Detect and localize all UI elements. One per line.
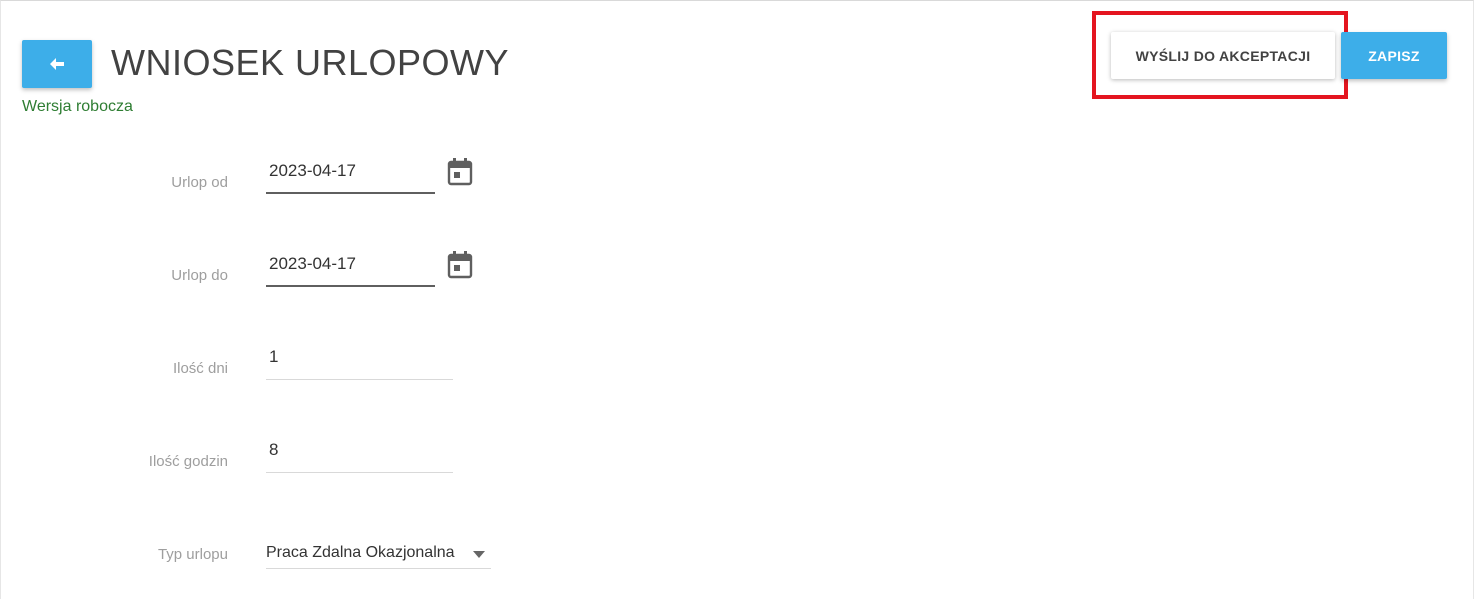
- calendar-icon[interactable]: [447, 158, 473, 186]
- hours-label: Ilość godzin: [148, 453, 228, 470]
- page-title: WNIOSEK URLOPOWY: [111, 42, 510, 83]
- back-button[interactable]: [22, 40, 92, 88]
- leave-from-label: Urlop od: [171, 174, 228, 191]
- leave-request-form: WNIOSEK URLOPOWY Wersja robocza WYŚLIJ D…: [0, 0, 1474, 599]
- leave-type-value: Praca Zdalna Okazjonalna: [266, 544, 455, 561]
- days-label: Ilość dni: [172, 360, 228, 377]
- save-button[interactable]: ZAPISZ: [1341, 32, 1447, 79]
- arrow-left-icon: [50, 58, 64, 70]
- days-input[interactable]: 1: [266, 344, 453, 380]
- send-for-approval-button[interactable]: WYŚLIJ DO AKCEPTACJI: [1111, 32, 1335, 79]
- leave-type-label: Typ urlopu: [157, 546, 228, 563]
- leave-to-label: Urlop do: [171, 267, 228, 284]
- leave-type-select[interactable]: Praca Zdalna Okazjonalna: [266, 544, 491, 569]
- leave-from-input[interactable]: 2023-04-17: [266, 158, 435, 194]
- status-text: Wersja robocza: [22, 98, 133, 115]
- calendar-icon[interactable]: [447, 251, 473, 279]
- dropdown-arrow-icon: [473, 551, 485, 558]
- leave-to-input[interactable]: 2023-04-17: [266, 251, 435, 287]
- hours-input[interactable]: 8: [266, 437, 453, 473]
